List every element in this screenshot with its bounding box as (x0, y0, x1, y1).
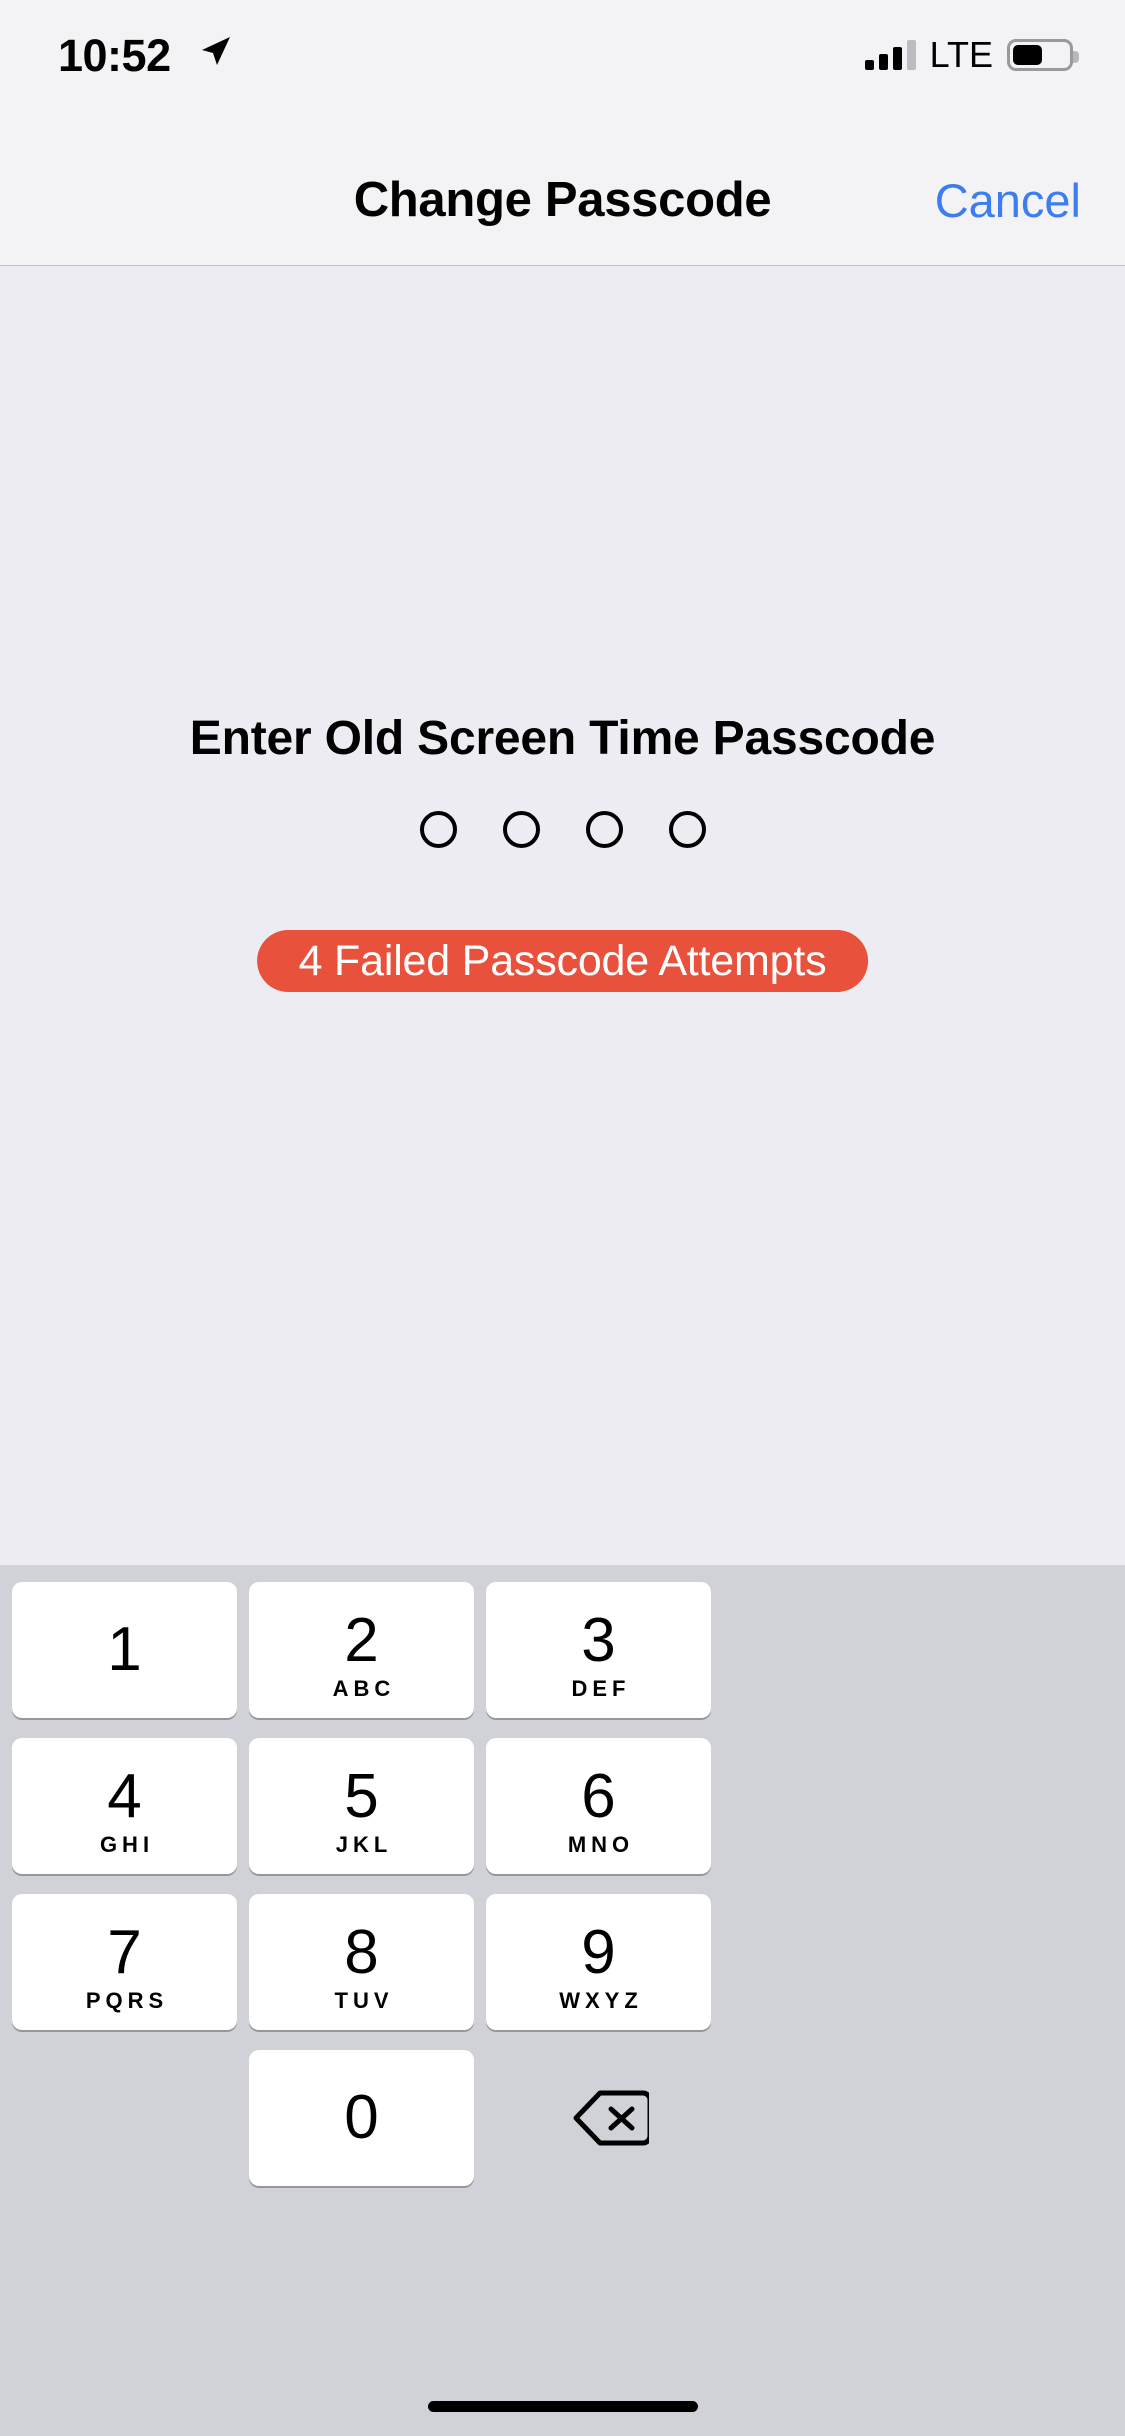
keypad-key-3[interactable]: 3 DEF (486, 1582, 711, 1718)
keypad-key-9[interactable]: 9 WXYZ (486, 1894, 711, 2030)
carrier-network-label: LTE (929, 34, 993, 75)
failed-attempts-badge: 4 Failed Passcode Attempts (256, 930, 869, 992)
passcode-dot (502, 811, 540, 848)
keypad-key-letters: TUV (334, 1988, 394, 2013)
keypad-key-digit: 0 (344, 2083, 379, 2152)
cellular-signal-icon (864, 40, 916, 70)
status-bar-indicators: LTE (864, 32, 1079, 78)
keypad-key-letters: JKL (335, 1832, 393, 1857)
home-indicator (427, 2401, 698, 2412)
keypad-key-8[interactable]: 8 TUV (249, 1894, 474, 2030)
keypad-key-digit: 2 (344, 1606, 379, 1675)
keypad-key-letters: WXYZ (559, 1988, 643, 2013)
cancel-button[interactable]: Cancel (935, 174, 1081, 228)
keypad-key-digit: 9 (581, 1918, 616, 1987)
battery-cap (1073, 51, 1079, 63)
keypad-key-digit: 7 (107, 1918, 142, 1987)
keypad-key-2[interactable]: 2 ABC (249, 1582, 474, 1718)
keypad-row: 0 (12, 2050, 1113, 2186)
passcode-dot (419, 811, 457, 848)
keypad-key-6[interactable]: 6 MNO (486, 1738, 711, 1874)
iphone-screen: 10:52 LTE Change Passcode Cancel Enter O… (0, 0, 1125, 2436)
keypad-key-letters: PQRS (85, 1988, 169, 2013)
navigation-bar: Change Passcode Cancel (0, 132, 1125, 266)
keypad-key-5[interactable]: 5 JKL (249, 1738, 474, 1874)
passcode-dot (668, 811, 706, 848)
keypad-row: 4 GHI 5 JKL 6 MNO (12, 1738, 1113, 1874)
passcode-dot (585, 811, 623, 848)
keypad-key-letters: MNO (567, 1832, 635, 1857)
keypad-key-digit: 5 (344, 1762, 379, 1831)
keypad-key-letters: DEF (571, 1676, 631, 1701)
keypad-key-1[interactable]: 1 (12, 1582, 237, 1718)
delete-backspace-icon (573, 2090, 649, 2146)
keypad-key-7[interactable]: 7 PQRS (12, 1894, 237, 2030)
passcode-prompt-label: Enter Old Screen Time Passcode (189, 712, 936, 765)
keypad-row: 7 PQRS 8 TUV 9 WXYZ (12, 1894, 1113, 2030)
battery-fill (1013, 45, 1042, 65)
keypad-grid: 1 2 ABC 3 DEF 4 GHI 5 JKL 6 MNO 7 PQRS 8… (12, 1582, 1113, 2206)
status-bar-time: 10:52 (58, 30, 171, 81)
keypad-key-4[interactable]: 4 GHI (12, 1738, 237, 1874)
location-arrow-icon (202, 37, 230, 65)
keypad-key-digit: 1 (107, 1615, 142, 1684)
delete-backspace-button[interactable] (498, 2050, 723, 2186)
passcode-dots (0, 811, 1125, 848)
keypad-key-0[interactable]: 0 (249, 2050, 474, 2186)
keypad-key-digit: 4 (107, 1762, 142, 1831)
passcode-entry-area: Enter Old Screen Time Passcode 4 Failed … (0, 266, 1125, 1565)
keypad-key-digit: 3 (581, 1606, 616, 1675)
keypad-key-digit: 8 (344, 1918, 379, 1987)
keypad-key-letters: GHI (99, 1832, 155, 1857)
status-bar: 10:52 LTE (0, 0, 1125, 132)
keypad-key-letters: ABC (332, 1676, 396, 1701)
keypad-row: 1 2 ABC 3 DEF (12, 1582, 1113, 1718)
battery-icon (1007, 39, 1079, 71)
keypad-key-digit: 6 (581, 1762, 616, 1831)
numeric-keypad: 1 2 ABC 3 DEF 4 GHI 5 JKL 6 MNO 7 PQRS 8… (0, 1565, 1125, 2436)
